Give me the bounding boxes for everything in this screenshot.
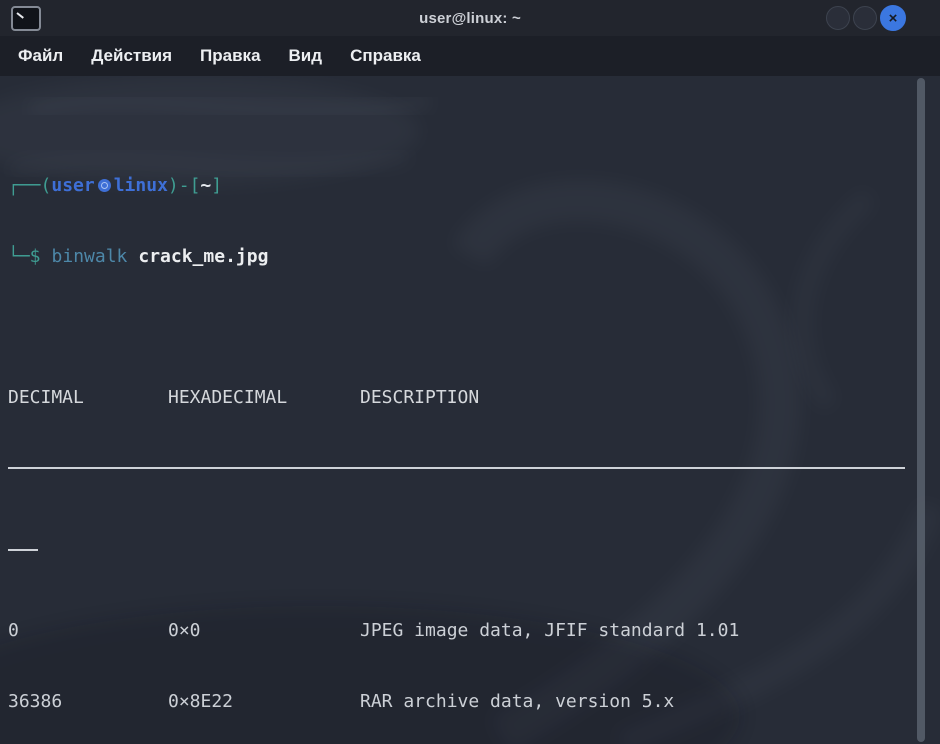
menu-edit[interactable]: Правка [186,36,274,76]
command-file: crack_me.jpg [138,246,268,267]
prompt-host: linux [114,175,168,196]
command-program: binwalk [52,246,128,267]
maximize-button[interactable] [853,6,877,30]
prompt-user: user [51,175,94,196]
menu-actions[interactable]: Действия [77,36,186,76]
header-description: DESCRIPTION [360,387,479,408]
terminal-app-icon [11,6,41,31]
window-controls: × [826,5,906,31]
table-separator-wrap [8,549,910,573]
table-separator-line [8,467,910,491]
menu-help[interactable]: Справка [336,36,435,76]
header-decimal: DECIMAL [8,386,168,410]
kali-at-icon [98,179,111,192]
terminal-pane[interactable]: ┌──(userlinux)-[~] └─$binwalkcrack_me.jp… [0,76,940,744]
terminal-window: user@linux: ~ × Файл Действия Правка Вид… [0,0,940,744]
table-row: 363860×8E22RAR archive data, version 5.x [8,690,910,714]
scrollbar[interactable] [917,78,925,742]
minimize-button[interactable] [826,6,850,30]
window-title: user@linux: ~ [0,10,940,27]
menubar: Файл Действия Правка Вид Справка [0,36,940,76]
prompt-path: ~ [200,175,211,196]
prompt-line: ┌──(userlinux)-[~] [8,174,910,198]
terminal-content: ┌──(userlinux)-[~] └─$binwalkcrack_me.jp… [8,80,910,744]
table-header: DECIMALHEXADECIMALDESCRIPTION [8,386,910,410]
table-row: 00×0JPEG image data, JFIF standard 1.01 [8,619,910,643]
close-button[interactable]: × [880,5,906,31]
close-icon: × [889,11,898,26]
command-line: └─$binwalkcrack_me.jpg [8,245,910,269]
menu-file[interactable]: Файл [4,36,77,76]
menu-view[interactable]: Вид [275,36,337,76]
titlebar[interactable]: user@linux: ~ × [0,0,940,36]
header-hexadecimal: HEXADECIMAL [168,386,360,410]
